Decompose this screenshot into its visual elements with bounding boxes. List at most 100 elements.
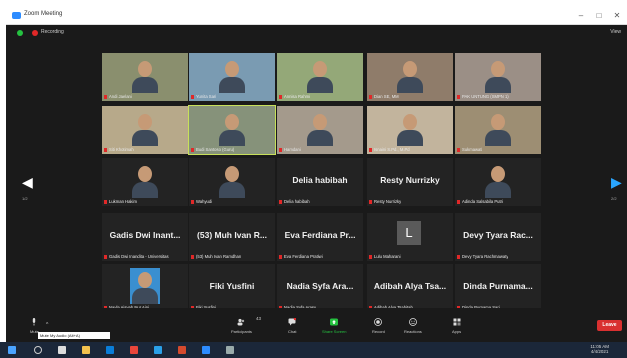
reactions-label: Reactions: [404, 329, 422, 334]
participant-name-label: Gadis Dwi Inandita - Universitas: [104, 254, 169, 259]
participant-tile[interactable]: Hamdani: [277, 106, 363, 154]
windows-taskbar: 11:05 AM 4/4/2021: [0, 342, 627, 358]
muted-mic-icon: [191, 254, 194, 259]
apps-button[interactable]: Apps: [452, 318, 461, 334]
profile-initial-icon: L: [397, 221, 421, 245]
participant-tile[interactable]: (53) Muh Ivan R... (53) Muh Ivan Ramdhan: [189, 213, 275, 261]
participant-name-text: Budi Santoso (Guru): [196, 147, 235, 152]
minimize-button[interactable]: –: [573, 10, 589, 21]
participant-video: [130, 162, 160, 198]
participant-tile[interactable]: Devy Tyara Rac... Devy Tyara Rachmawaty: [455, 213, 541, 261]
participant-name-label: Lukman Hakim: [104, 199, 137, 204]
participant-name-label: Sukmawati: [457, 147, 482, 152]
participant-tile[interactable]: Fiki YusfiniFiki Yusfini: [189, 264, 275, 312]
participant-name-text: Devy Tyara Rachmawaty: [462, 254, 509, 259]
participant-name-text: Adinda Salsabila Putri: [462, 199, 503, 204]
maximize-button[interactable]: □: [591, 10, 607, 21]
next-page-number: 2/2: [611, 196, 617, 201]
participant-display-name: Resty Nurrizky: [380, 175, 440, 185]
internet-explorer-icon[interactable]: [154, 346, 162, 354]
participant-display-name: Gadis Dwi Inant...: [109, 230, 181, 240]
mute-tooltip: Mute My Audio (Alt+A): [38, 332, 110, 339]
participant-video: [483, 162, 513, 198]
muted-mic-icon: [457, 254, 460, 259]
participant-tile[interactable]: Andi Jaelani: [102, 53, 188, 101]
participant-name-text: Delia habibah: [284, 199, 310, 204]
app-taskbar-icon[interactable]: [226, 346, 234, 354]
participant-name-label: Andi Jaelani: [104, 94, 132, 99]
muted-mic-icon: [369, 94, 372, 99]
edge-browser-icon[interactable]: [106, 346, 114, 354]
participant-tile[interactable]: Gadis Dwi Inant... Gadis Dwi Inandita - U…: [102, 213, 188, 261]
participant-video: [395, 110, 425, 146]
participant-display-name: Fiki Yusfini: [209, 281, 255, 291]
participant-name-label: PAK UNTUNG (SMPN 1): [457, 94, 509, 99]
leave-button[interactable]: Leave: [597, 320, 622, 331]
participant-display-name: Eva Ferdiana Pr...: [284, 230, 356, 240]
windows-start-icon[interactable]: [8, 346, 16, 354]
participant-tile[interactable]: Sukmawati: [455, 106, 541, 154]
participant-tile[interactable]: L Lulu Maharani: [367, 213, 453, 261]
search-icon[interactable]: [34, 346, 42, 354]
participant-video: [395, 57, 425, 93]
prev-page-button[interactable]: ◀ 1/2: [22, 174, 33, 201]
task-view-icon[interactable]: [58, 346, 66, 354]
record-button[interactable]: Record: [372, 318, 385, 334]
participant-display-name: Adibah Alya Tsa...: [373, 281, 447, 291]
shield-icon[interactable]: [17, 30, 23, 36]
participants-count: 43: [256, 316, 262, 321]
participant-tile[interactable]: Adinda Salsabila Putri: [455, 158, 541, 206]
participant-name-text: Andi Jaelani: [109, 94, 132, 99]
participant-name-text: Resty Nurrizky: [374, 199, 402, 204]
apps-label: Apps: [452, 329, 462, 334]
muted-mic-icon: [104, 94, 107, 99]
participant-name-text: Siti Khotimah: [109, 147, 134, 152]
participant-tile[interactable]: Isnaini S.Pd., M.Pd: [367, 106, 453, 154]
participant-tile[interactable]: Yunita Sari: [189, 53, 275, 101]
muted-mic-icon: [279, 147, 282, 152]
chat-button[interactable]: Chat: [288, 318, 296, 334]
close-button[interactable]: ✕: [609, 10, 625, 21]
participant-tile[interactable]: Annisa Rahmi: [277, 53, 363, 101]
audio-options-chevron-icon[interactable]: ^: [46, 322, 48, 328]
view-button[interactable]: View: [610, 29, 621, 35]
participant-tile[interactable]: PAK UNTUNG (SMPN 1): [455, 53, 541, 101]
chrome-icon[interactable]: [130, 346, 138, 354]
participant-tile[interactable]: Delia habibah Delia habibah: [277, 158, 363, 206]
record-label: Record: [372, 329, 385, 334]
participant-tile[interactable]: Dinda Purnama...Dinda Purnama Sari: [455, 264, 541, 312]
participant-tile[interactable]: Nadia Syfa Ara...Nadia Syfa Arasy: [277, 264, 363, 312]
muted-mic-icon: [279, 94, 282, 99]
participant-video: [217, 162, 247, 198]
record-icon: [374, 318, 383, 326]
next-page-button[interactable]: ▶ 2/2: [611, 174, 622, 201]
participant-tile[interactable]: Lukman Hakim: [102, 158, 188, 206]
participant-name-label: Siti Khotimah: [104, 147, 134, 152]
participant-name-text: Dian SE, MM: [374, 94, 399, 99]
muted-mic-icon: [279, 199, 282, 204]
participant-display-name: Devy Tyara Rac...: [463, 230, 533, 240]
participant-tile[interactable]: Nayla Aisyah Nur Aini: [102, 264, 188, 312]
taskbar-clock[interactable]: 11:05 AM 4/4/2021: [590, 344, 609, 354]
file-explorer-icon[interactable]: [82, 346, 90, 354]
participant-tile[interactable]: Eva Ferdiana Pr... Eva Ferdiana Pratiwi: [277, 213, 363, 261]
participant-tile[interactable]: Resty Nurrizky Resty Nurrizky: [367, 158, 453, 206]
participant-tile[interactable]: Dian SE, MM: [367, 53, 453, 101]
participant-name-text: Yunita Sari: [196, 94, 217, 99]
participant-tile[interactable]: Siti Khotimah: [102, 106, 188, 154]
apps-icon: [453, 318, 461, 326]
recording-icon[interactable]: [32, 30, 38, 36]
participants-button[interactable]: Participants: [231, 318, 252, 334]
share-screen-button[interactable]: Share Screen: [322, 318, 346, 334]
chat-label: Chat: [288, 329, 297, 334]
participant-name-text: Lulu Maharani: [374, 254, 401, 259]
reactions-button[interactable]: Reactions: [404, 318, 422, 334]
participant-tile[interactable]: Budi Santoso (Guru): [188, 105, 276, 155]
powerpoint-icon[interactable]: [178, 346, 186, 354]
zoom-taskbar-icon[interactable]: [202, 346, 210, 354]
participant-tile[interactable]: Wahyudi: [189, 158, 275, 206]
meeting-top-bar: Recording View: [6, 25, 627, 41]
participant-tile[interactable]: Adibah Alya Tsa...Adibah Alya Tsabitah: [367, 264, 453, 312]
muted-mic-icon: [457, 199, 460, 204]
zoom-window: Zoom Meeting – □ ✕ Recording View ◀ 1/2 ▶…: [6, 8, 627, 342]
